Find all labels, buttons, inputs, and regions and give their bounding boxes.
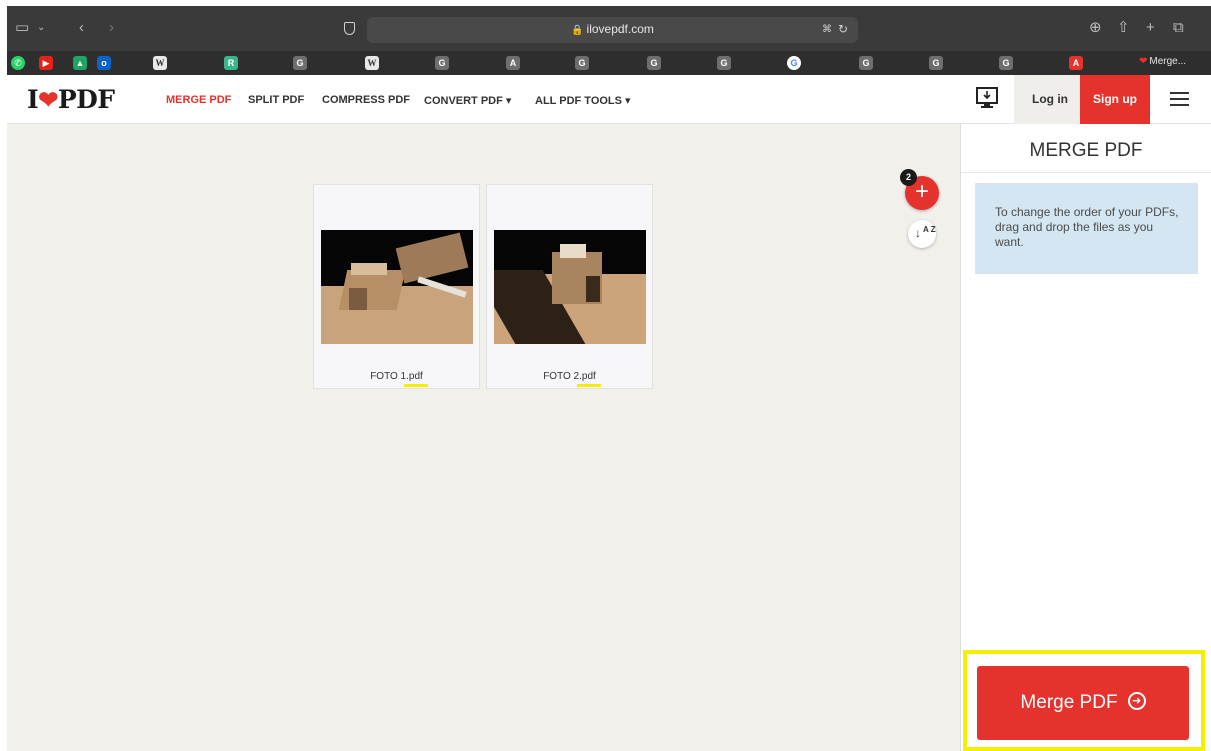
chevron-down-icon[interactable]: ⌄ [37,18,45,38]
file-count-badge: 2 [900,169,917,186]
outlook-icon[interactable]: o [97,56,111,70]
tabs-overview-icon[interactable]: ⧉ [1173,18,1184,38]
tab-title: Merge... [1149,56,1187,67]
youtube-icon[interactable]: ▶ [39,56,53,70]
bookmark-g-icon[interactable]: G [293,56,307,70]
sidebar-title: MERGE PDF [1029,140,1143,161]
info-message: To change the order of your PDFs, drag a… [975,183,1198,274]
arrow-right-circle-icon: ➜ [1127,692,1146,711]
bookmark-g-icon[interactable]: G [647,56,661,70]
bookmark-g-icon[interactable]: G [575,56,589,70]
forward-icon[interactable]: › [109,18,114,38]
address-bar[interactable]: 🔒 ilovepdf.com ↻ [367,17,858,43]
bookmark-icon[interactable]: R [224,56,238,70]
bookmark-g-icon[interactable]: G [717,56,731,70]
info-text: To change the order of your PDFs, drag a… [995,205,1179,249]
file-thumbnail [494,230,646,344]
nav-compress-pdf[interactable]: COMPRESS PDF [322,94,410,106]
acrobat-icon[interactable]: A [1069,56,1083,70]
bookmark-g-icon[interactable]: G [999,56,1013,70]
bookmark-g-icon[interactable]: G [435,56,449,70]
logo-text-left: I [27,85,39,114]
share-icon[interactable]: ⇧ [1117,18,1130,38]
file-card[interactable]: FOTO 2.pdf [486,184,653,389]
whatsapp-icon[interactable]: ✆ [11,56,25,70]
active-tab[interactable]: ❤ Merge... [1139,56,1186,67]
nav-split-pdf[interactable]: SPLIT PDF [248,94,304,106]
ilovepdf-logo[interactable]: I❤PDF [27,85,115,114]
wikipedia-icon[interactable]: W [365,56,379,70]
sort-az-label: A Z [923,225,936,234]
new-tab-icon[interactable]: + [1146,18,1155,38]
bookmark-a-icon[interactable]: A [506,56,520,70]
reload-icon[interactable]: ↻ [838,22,848,36]
url-text: ilovepdf.com [586,22,654,36]
signup-button[interactable]: Sign up [1080,75,1150,124]
sort-az-button[interactable]: ↓ A Z [908,220,936,248]
bookmark-g-icon[interactable]: G [929,56,943,70]
file-thumbnail [321,230,473,344]
sort-arrow-icon: ↓ [915,226,921,240]
options-sidebar: MERGE PDF To change the order of your PD… [960,124,1211,751]
file-workspace: FOTO 1.pdf FOTO 2.pdf + 2 ↓ A Z [7,124,960,751]
file-name: FOTO 2.pdf [543,371,596,382]
drive-icon[interactable]: ▲ [73,56,87,70]
google-icon[interactable]: G [787,56,801,70]
divider [961,172,1211,173]
file-name: FOTO 1.pdf [370,371,423,382]
nav-convert-pdf[interactable]: CONVERT PDF ▾ [424,94,511,107]
bookmark-g-icon[interactable]: G [859,56,873,70]
login-button[interactable]: Log in [1014,75,1086,124]
merge-pdf-button[interactable]: Merge PDF ➜ [977,666,1189,740]
download-icon[interactable]: ⊕ [1089,18,1102,38]
sidebar-toggle-icon[interactable]: ▭ [15,18,29,38]
file-card[interactable]: FOTO 1.pdf [313,184,480,389]
wikipedia-icon[interactable]: W [153,56,167,70]
nav-all-pdf-tools[interactable]: ALL PDF TOOLS ▾ [535,94,631,107]
logo-text-right: PDF [57,85,115,114]
desktop-app-icon[interactable] [975,86,999,110]
highlight-mark [404,384,428,387]
heart-logo-icon: ❤ [38,85,58,114]
highlight-mark [577,384,601,387]
translate-icon[interactable]: ⌘ [822,24,832,35]
shield-icon[interactable] [344,22,355,35]
back-icon[interactable]: ‹ [79,18,84,38]
browser-toolbar: ▭ ⌄ ‹ › 🔒 ilovepdf.com ↻ ⌘ ⊕ ⇧ + ⧉ [7,6,1211,51]
heart-icon: ❤ [1139,56,1148,67]
merge-button-label: Merge PDF [1020,692,1118,713]
site-header: I❤PDF MERGE PDF SPLIT PDF COMPRESS PDF C… [7,75,1211,124]
plus-icon: + [914,178,929,205]
hamburger-menu-icon[interactable] [1170,92,1189,106]
nav-merge-pdf[interactable]: MERGE PDF [166,94,231,106]
bookmarks-bar: ✆ ▶ ▲ o W R G W G A G G G G G G G A ❤ Mer… [7,51,1211,75]
lock-icon: 🔒 [571,25,584,36]
